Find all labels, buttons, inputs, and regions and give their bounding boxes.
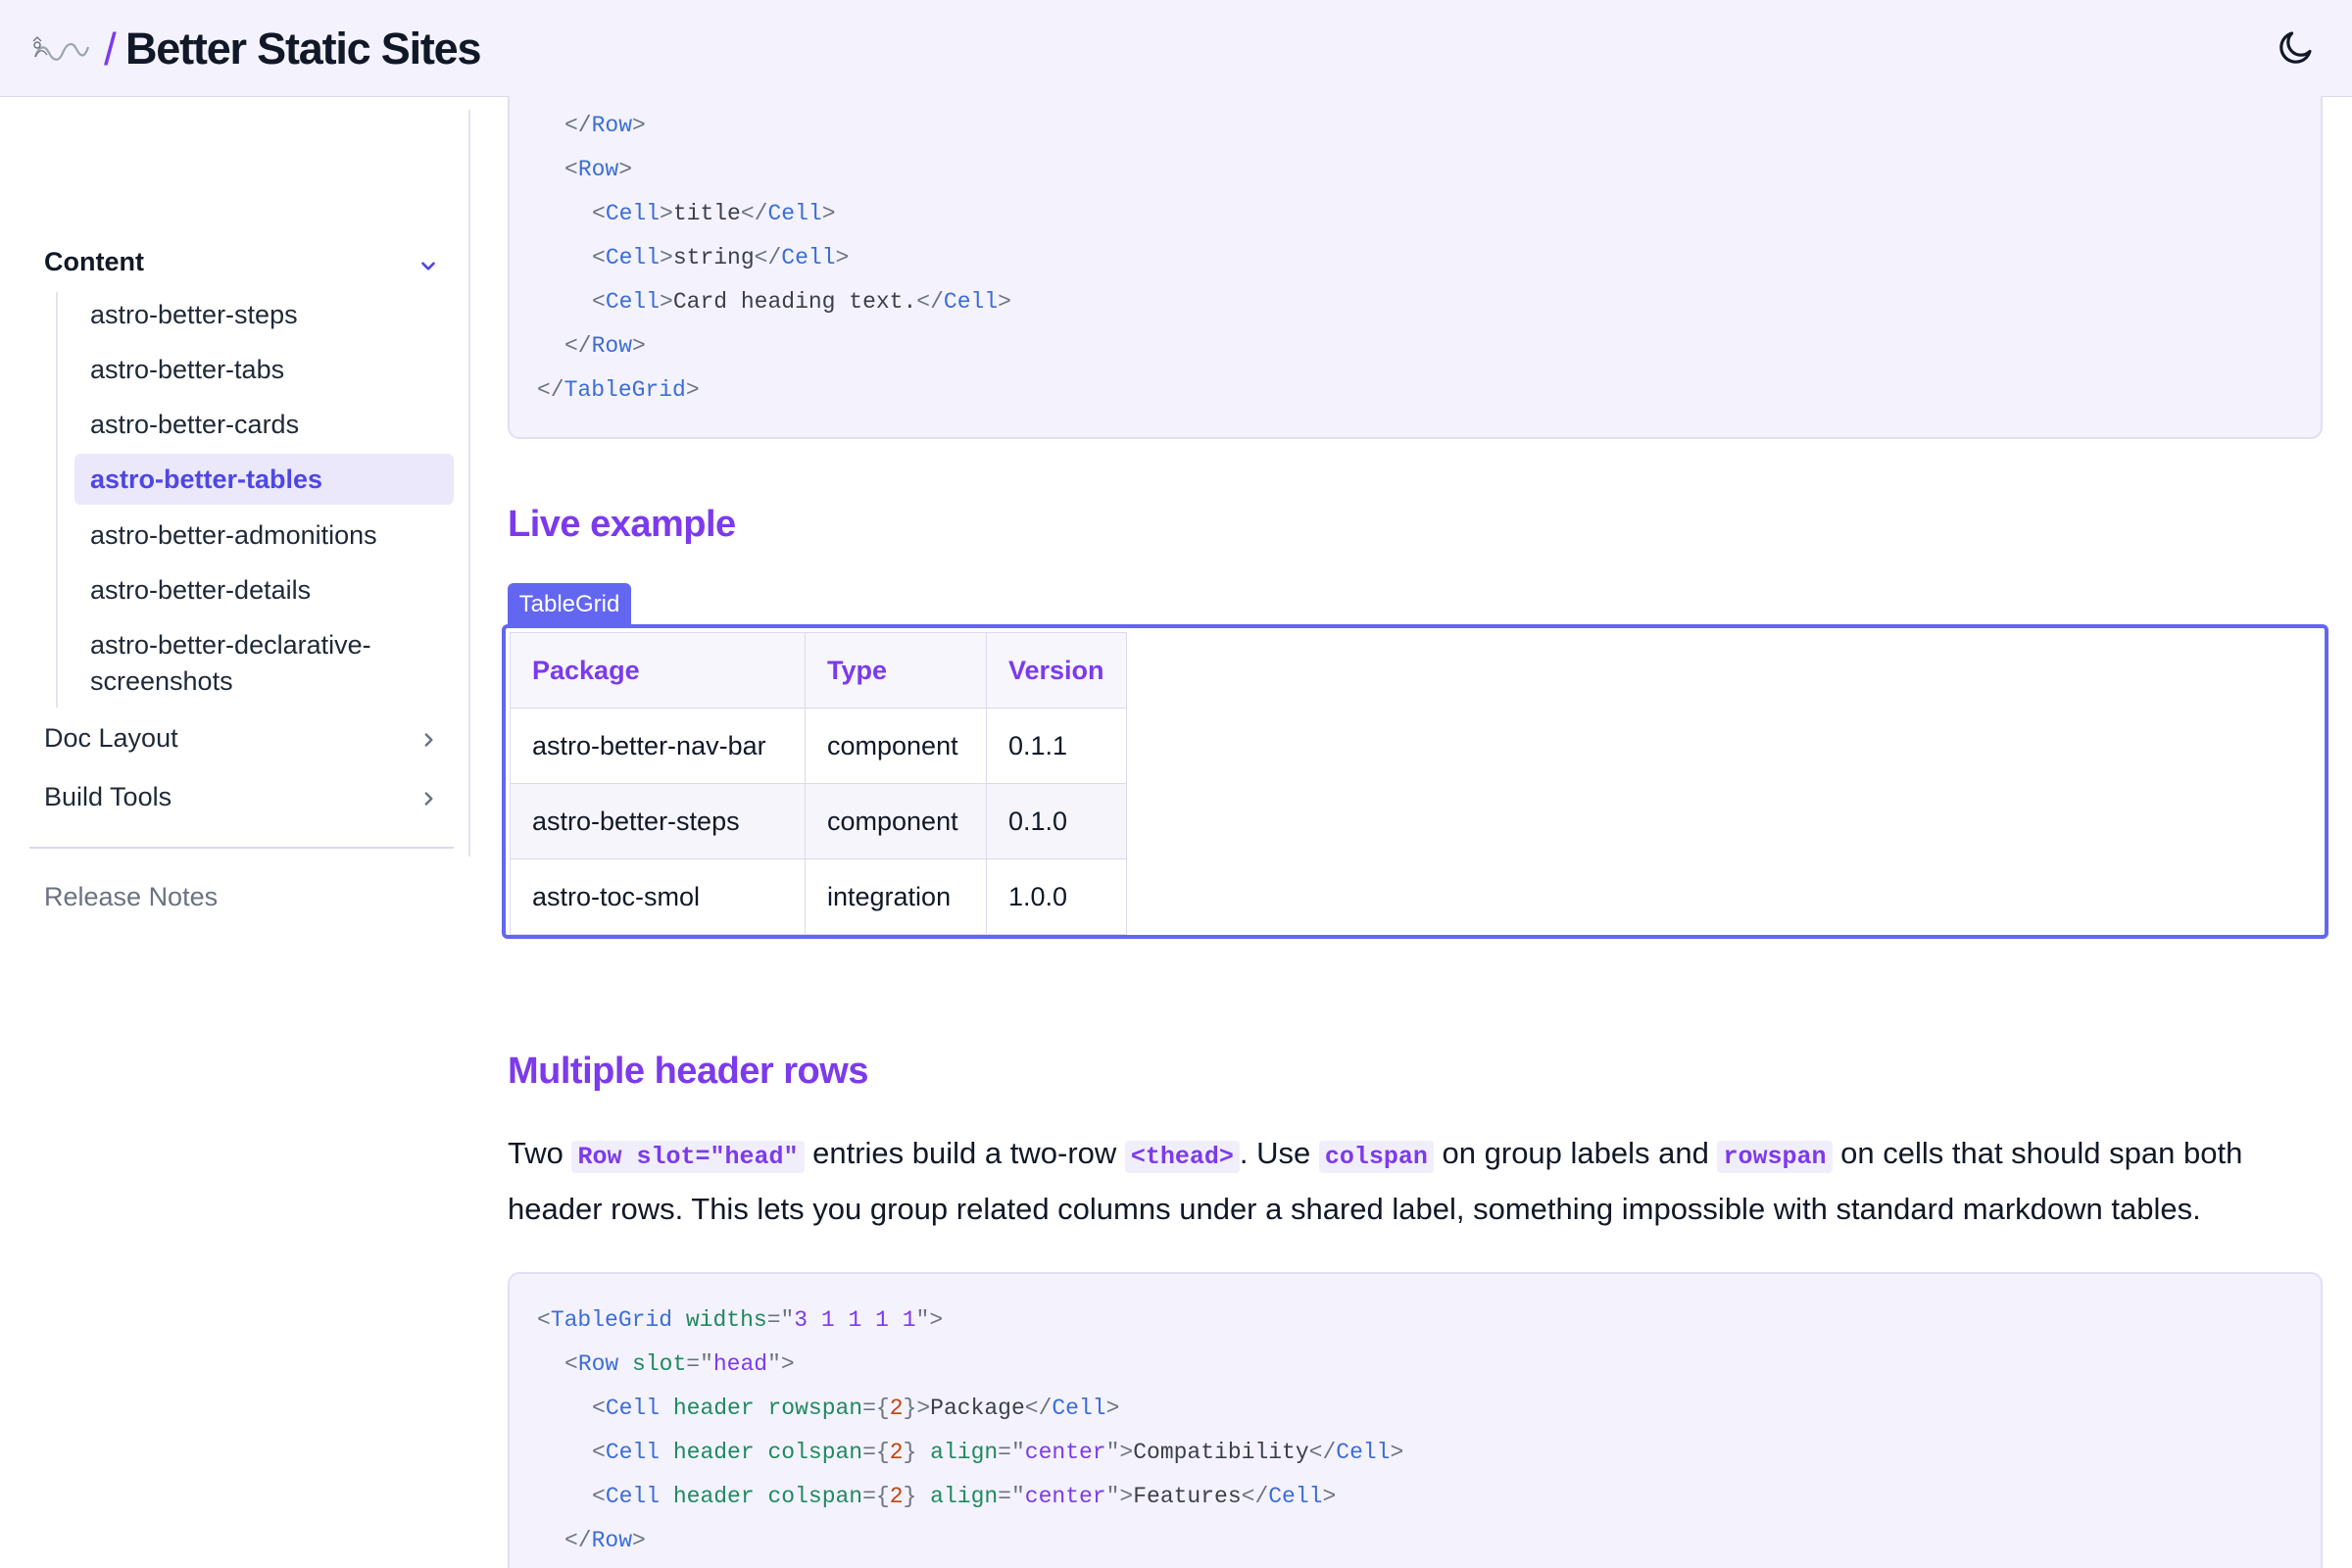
inline-code: <thead> [1124,1141,1240,1173]
sidebar-item-label: astro-better-declarative- [90,630,371,660]
table-row: astro-toc-smol integration 1.0.0 [510,858,1127,935]
chevron-right-icon[interactable] [417,788,439,809]
table-cell: 0.1.1 [986,708,1127,784]
sidebar-item-astro-better-admonitions[interactable]: astro-better-admonitions [74,517,454,554]
code-line: <Row> [564,157,633,182]
code-line: <TableGrid widths="3 1 1 1 1"> [537,1307,944,1333]
table-row: astro-better-steps component 0.1.0 [510,783,1127,859]
table-header-cell: Package [510,632,806,709]
table-cell: integration [805,858,987,935]
snake-logo-icon[interactable] [29,27,92,71]
sidebar-group-doc-layout[interactable]: Doc Layout [44,723,178,754]
sidebar-item-astro-better-declarative-screenshots[interactable]: astro-better-declarative- screenshots [74,627,454,700]
table-header-row: Package Type Version [510,632,1127,709]
sidebar-item-astro-better-steps[interactable]: astro-better-steps [74,297,454,333]
code-line: </Row> [564,333,646,359]
sidebar: Content astro-better-steps astro-better-… [0,98,470,1568]
code-line: <Cell>string</Cell> [592,245,850,270]
inline-code: rowspan [1717,1141,1833,1173]
table-row: astro-better-nav-bar component 0.1.1 [510,708,1127,784]
live-example-table: Package Type Version astro-better-nav-ba… [510,632,1127,935]
sidebar-item-astro-better-tables[interactable]: astro-better-tables [74,454,454,505]
table-header-cell: Type [805,632,987,709]
sidebar-group-content[interactable]: Content [44,247,144,277]
code-line: </Row> [564,113,646,138]
sidebar-border [468,110,470,857]
site-title[interactable]: Better Static Sites [125,22,482,76]
code-block-tablegrid-end: </Row> <Row> <Cell>title</Cell> <Cell>st… [508,96,2323,439]
sidebar-item-astro-better-cards[interactable]: astro-better-cards [74,407,454,443]
section-paragraph: Two Row slot="head" entries build a two-… [508,1136,2243,1226]
heading-multiple-header-rows: Multiple header rows [508,1051,868,1092]
table-cell: 0.1.0 [986,783,1127,859]
sidebar-item-release-notes[interactable]: Release Notes [44,882,218,912]
table-cell: component [805,708,987,784]
table-cell: astro-toc-smol [510,858,806,935]
table-cell: component [805,783,987,859]
table-header-cell: Version [986,632,1127,709]
code-line: <Cell>Card heading text.</Cell> [592,289,1011,315]
sidebar-item-label: screenshots [90,666,233,696]
table-cell: astro-better-steps [510,783,806,859]
inline-code: Row slot="head" [571,1141,805,1173]
code-line: <Row slot="head"> [564,1351,795,1377]
code-line: <Cell>title</Cell> [592,201,836,226]
inline-code: colspan [1318,1141,1434,1173]
title-separator: / [104,24,117,74]
code-line: <Cell header colspan={2} align="center">… [592,1484,1337,1509]
code-line: <Cell header colspan={2} align="center">… [592,1440,1404,1465]
sidebar-item-astro-better-details[interactable]: astro-better-details [74,572,454,609]
sidebar-group-build-tools[interactable]: Build Tools [44,782,172,812]
heading-live-example: Live example [508,504,736,545]
chevron-right-icon[interactable] [417,729,439,751]
tree-line [56,292,58,708]
moon-icon[interactable] [2276,25,2317,69]
tablegrid-badge: TableGrid [508,583,631,626]
table-cell: astro-better-nav-bar [510,708,806,784]
code-block-multiple-header: <TableGrid widths="3 1 1 1 1"> <Row slot… [508,1272,2323,1568]
table-cell: 1.0.0 [986,858,1127,935]
code-line: <Cell header rowspan={2}>Package</Cell> [592,1396,1120,1421]
sidebar-item-astro-better-tabs[interactable]: astro-better-tabs [74,352,454,388]
sidebar-divider [29,847,454,849]
code-line: </Row> [564,1528,646,1553]
chevron-down-icon[interactable] [417,255,439,276]
code-line: </TableGrid> [537,377,700,403]
site-header: / Better Static Sites [0,0,2352,97]
